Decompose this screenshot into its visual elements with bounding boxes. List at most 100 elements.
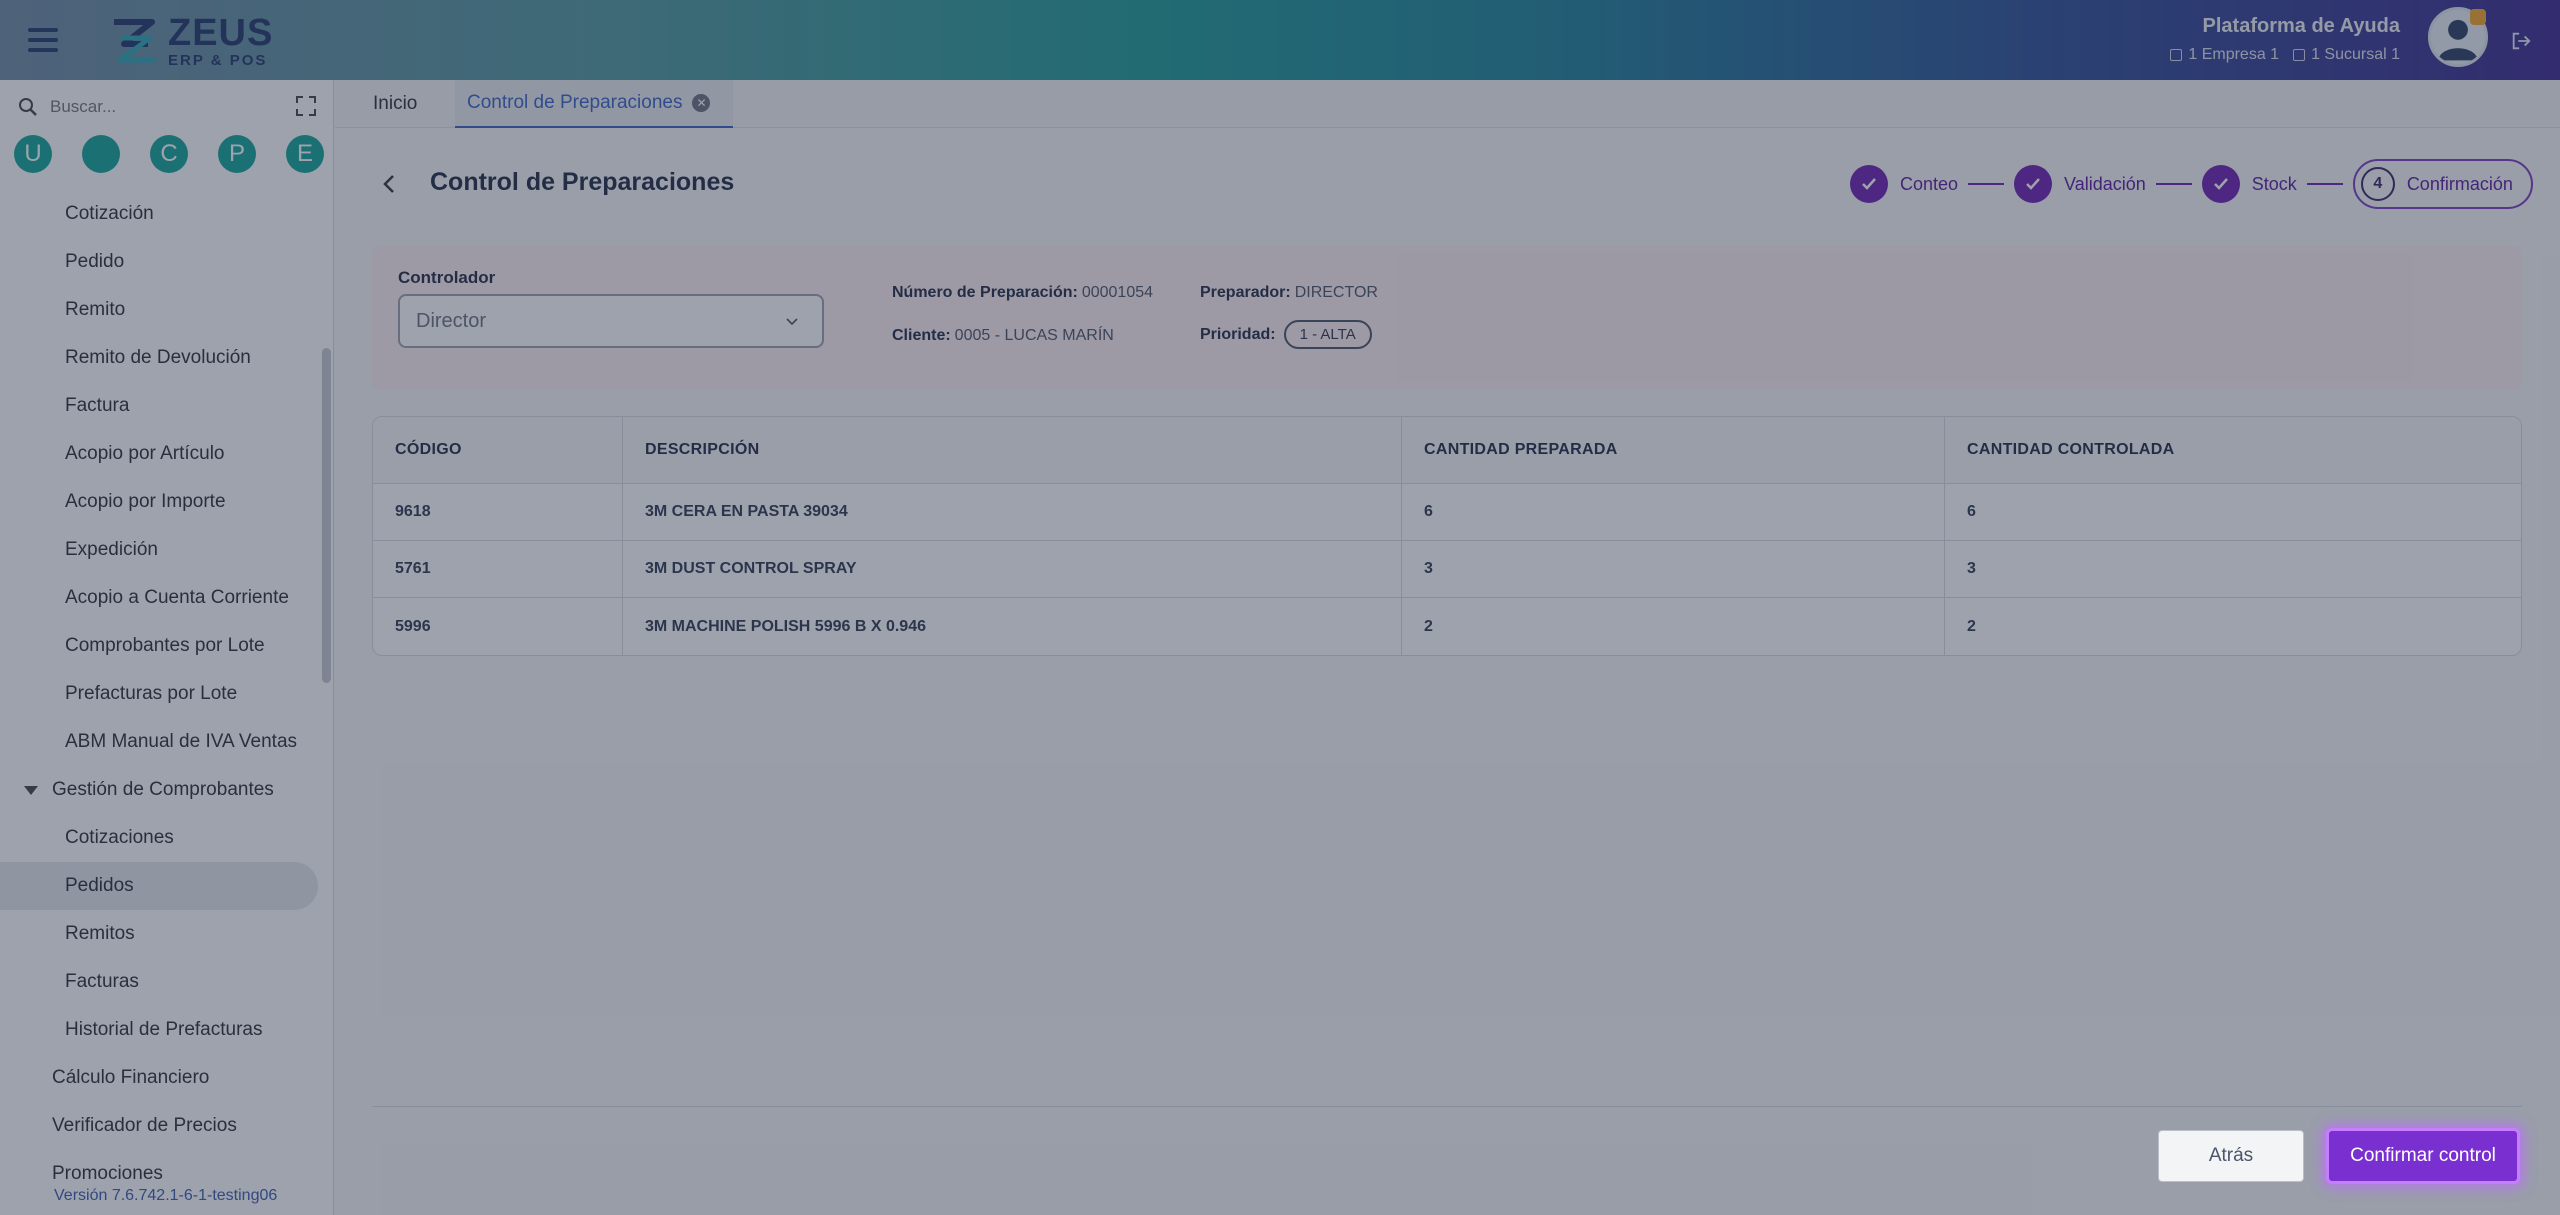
sidebar-item-cotizaciones[interactable]: Cotizaciones (0, 814, 320, 862)
step-connector (1968, 183, 2005, 185)
sidebar-item-pedido[interactable]: Pedido (0, 238, 320, 286)
help-platform-title[interactable]: Plataforma de Ayuda (2203, 15, 2400, 38)
fullscreen-icon[interactable] (294, 94, 318, 118)
sidebar-item-facturas[interactable]: Facturas (0, 958, 320, 1006)
logout-icon[interactable] (2510, 30, 2532, 52)
sidebar-item-remito[interactable]: Remito (0, 286, 320, 334)
sidebar-item-prefacturas-lote[interactable]: Prefacturas por Lote (0, 670, 320, 718)
tab-control-preparaciones[interactable]: Control de Preparaciones ✕ (455, 80, 733, 128)
stepper: Conteo Validación Stock 4 Confirmación (1850, 159, 2533, 209)
sidebar-item-expedicion[interactable]: Expedición (0, 526, 320, 574)
client: Cliente: 0005 - LUCAS MARÍN (892, 327, 1114, 344)
sidebar-item-factura[interactable]: Factura (0, 382, 320, 430)
tab-bar: Inicio Control de Preparaciones ✕ (335, 80, 2560, 128)
logo-name: ZEUS (168, 12, 274, 54)
cell-descripcion: 3M MACHINE POLISH 5996 B X 0.946 (623, 598, 1402, 655)
shortcut-u[interactable]: U (14, 135, 52, 173)
sidebar-item-cotizacion[interactable]: Cotización (0, 190, 320, 238)
logo-subtitle: ERP & POS (168, 52, 268, 69)
page-title: Control de Preparaciones (430, 168, 735, 196)
step-connector (2306, 183, 2343, 185)
check-icon (2201, 165, 2240, 203)
sidebar-item-comprobantes-lote[interactable]: Comprobantes por Lote (0, 622, 320, 670)
prep-number: Número de Preparación: 00001054 (892, 284, 1154, 301)
table-header: CÓDIGO DESCRIPCIÓN CANTIDAD PREPARADA CA… (373, 417, 2521, 484)
step-confirmacion[interactable]: 4 Confirmación (2352, 159, 2533, 209)
header-cantidad-preparada[interactable]: CANTIDAD PREPARADA (1402, 417, 1945, 483)
header-codigo[interactable]: CÓDIGO (373, 417, 623, 483)
shortcut-blank[interactable] (82, 135, 120, 173)
priority-badge: 1 - ALTA (1283, 320, 1372, 349)
back-button[interactable]: Atrás (2158, 1130, 2304, 1182)
building-icon (2170, 49, 2183, 61)
chevron-down-icon (786, 318, 798, 326)
confirm-control-button[interactable]: Confirmar control (2326, 1128, 2520, 1184)
preparation-info-panel: Controlador Director Número de Preparaci… (372, 246, 2522, 390)
preparer: Preparador: DIRECTOR (1200, 284, 1378, 301)
check-icon (2014, 165, 2053, 203)
search-icon (19, 98, 37, 116)
zeus-logo[interactable]: ZEUS ERP & POS (108, 14, 273, 68)
table-row[interactable]: 5761 3M DUST CONTROL SPRAY 3 3 (373, 541, 2521, 598)
sidebar-menu: Cotización Pedido Remito Remito de Devol… (0, 190, 320, 1198)
cell-cantidad-preparada: 6 (1402, 484, 1945, 540)
lock-icon (2470, 9, 2486, 25)
footer-divider (372, 1106, 2522, 1107)
sidebar: U C P E Cotización Pedido Remito Remito … (0, 80, 334, 1215)
controller-select[interactable]: Director (398, 294, 824, 348)
shortcut-c[interactable]: C (150, 135, 188, 173)
cell-descripcion: 3M DUST CONTROL SPRAY (623, 541, 1402, 597)
sidebar-item-historial-prefacturas[interactable]: Historial de Prefacturas (0, 1006, 320, 1054)
sidebar-item-acopio-articulo[interactable]: Acopio por Artículo (0, 430, 320, 478)
sidebar-item-remitos[interactable]: Remitos (0, 910, 320, 958)
step-number: 4 (2360, 167, 2395, 201)
zeus-logo-icon (114, 19, 156, 63)
org-info: 1 Empresa 1 1 Sucursal 1 (2170, 46, 2400, 64)
sidebar-scrollbar[interactable] (322, 348, 331, 683)
cell-cantidad-controlada[interactable]: 2 (1945, 598, 2521, 655)
sidebar-item-pedidos[interactable]: Pedidos (0, 862, 318, 910)
items-table: CÓDIGO DESCRIPCIÓN CANTIDAD PREPARADA CA… (372, 416, 2522, 656)
cell-codigo: 5996 (373, 598, 623, 655)
cell-cantidad-preparada: 2 (1402, 598, 1945, 655)
top-bar: ZEUS ERP & POS Plataforma de Ayuda 1 Emp… (0, 0, 2560, 80)
priority: Prioridad: 1 - ALTA (1200, 320, 1372, 349)
shortcut-e[interactable]: E (286, 135, 324, 173)
step-connector (2155, 183, 2192, 185)
store-icon (2293, 49, 2306, 61)
header-cantidad-controlada[interactable]: CANTIDAD CONTROLADA (1945, 417, 2521, 483)
sidebar-group-gestion[interactable]: Gestión de Comprobantes (0, 766, 320, 814)
header-descripcion[interactable]: DESCRIPCIÓN (623, 417, 1402, 483)
cell-cantidad-preparada: 3 (1402, 541, 1945, 597)
cell-codigo: 9618 (373, 484, 623, 540)
version-label: Versión 7.6.742.1-6-1-testing06 (54, 1187, 278, 1204)
table-row[interactable]: 9618 3M CERA EN PASTA 39034 6 6 (373, 484, 2521, 541)
caret-down-icon (24, 785, 38, 795)
branch-selector[interactable]: 1 Sucursal 1 (2293, 46, 2400, 64)
sidebar-item-acopio-cuenta[interactable]: Acopio a Cuenta Corriente (0, 574, 320, 622)
company-selector[interactable]: 1 Empresa 1 (2170, 46, 2279, 64)
step-stock[interactable]: Stock (2201, 165, 2297, 203)
step-validacion[interactable]: Validación (2014, 165, 2146, 203)
cell-codigo: 5761 (373, 541, 623, 597)
search-input[interactable] (50, 97, 270, 117)
table-row[interactable]: 5996 3M MACHINE POLISH 5996 B X 0.946 2 … (373, 598, 2521, 655)
sidebar-item-abm-iva[interactable]: ABM Manual de IVA Ventas (0, 718, 320, 766)
sidebar-item-acopio-importe[interactable]: Acopio por Importe (0, 478, 320, 526)
sidebar-item-calculo-financiero[interactable]: Cálculo Financiero (0, 1054, 320, 1102)
cell-cantidad-controlada[interactable]: 3 (1945, 541, 2521, 597)
back-arrow-icon[interactable] (378, 172, 402, 196)
sidebar-search (18, 92, 318, 122)
tab-inicio[interactable]: Inicio (373, 80, 417, 128)
sidebar-item-remito-devolucion[interactable]: Remito de Devolución (0, 334, 320, 382)
cell-cantidad-controlada[interactable]: 6 (1945, 484, 2521, 540)
shortcut-bar: U C P E (14, 135, 324, 173)
step-conteo[interactable]: Conteo (1850, 165, 1958, 203)
sidebar-item-verificador-precios[interactable]: Verificador de Precios (0, 1102, 320, 1150)
shortcut-p[interactable]: P (218, 135, 256, 173)
menu-icon[interactable] (28, 28, 58, 52)
cell-descripcion: 3M CERA EN PASTA 39034 (623, 484, 1402, 540)
controller-label: Controlador (398, 268, 496, 287)
check-icon (1850, 165, 1888, 203)
close-icon[interactable]: ✕ (692, 94, 711, 112)
